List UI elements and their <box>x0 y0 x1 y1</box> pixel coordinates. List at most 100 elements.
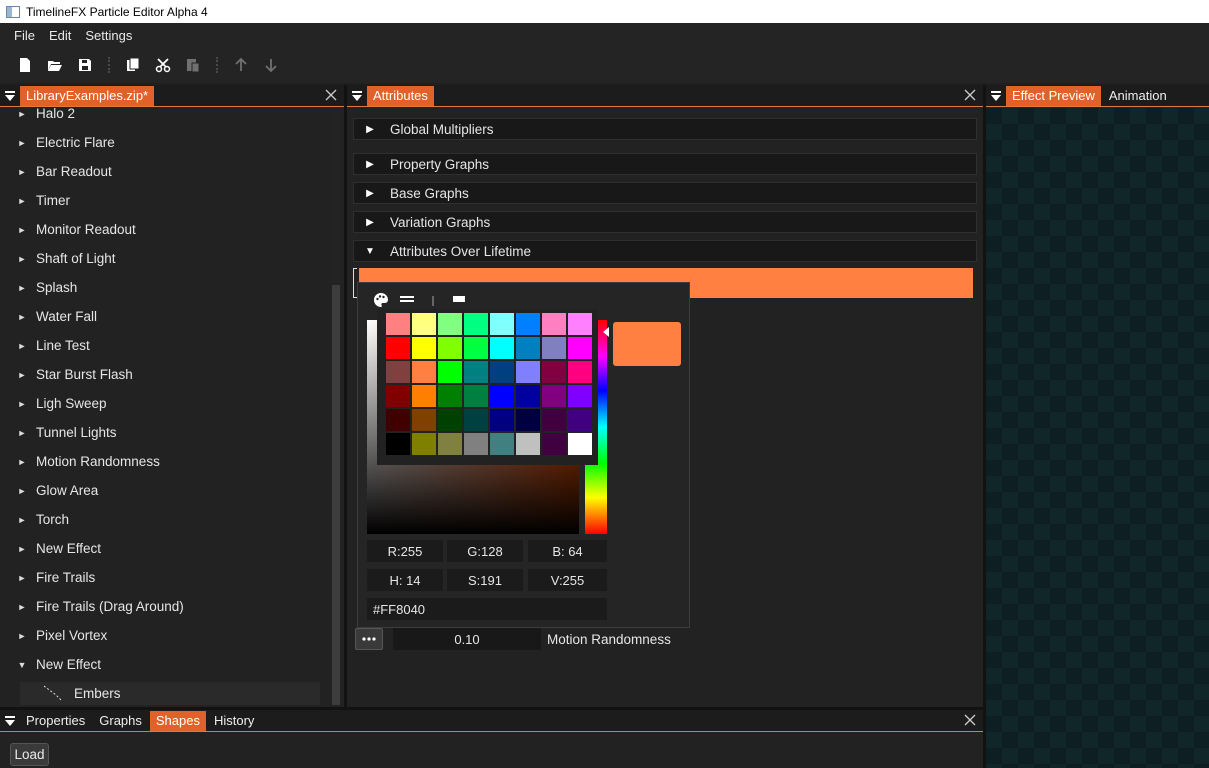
color-swatch[interactable] <box>542 313 566 335</box>
blue-field[interactable]: B: 64 <box>528 540 607 562</box>
hue-field[interactable]: H: 14 <box>367 569 443 591</box>
expanded-arrow-icon[interactable]: ▼ <box>0 660 36 670</box>
color-swatch[interactable] <box>438 313 462 335</box>
collapsed-arrow-icon[interactable]: ► <box>0 399 36 409</box>
collapsed-arrow-icon[interactable]: ► <box>0 515 36 525</box>
collapsed-arrow-icon[interactable]: ► <box>0 573 36 583</box>
menu-edit[interactable]: Edit <box>42 28 78 43</box>
color-swatch[interactable] <box>516 313 540 335</box>
list-item[interactable]: ► Line Test <box>0 331 320 360</box>
tab-library[interactable]: LibraryExamples.zip* <box>20 85 155 106</box>
more-options-button[interactable] <box>355 628 383 650</box>
list-item[interactable]: ► New Effect <box>0 534 320 563</box>
collapsed-arrow-icon[interactable]: ► <box>0 486 36 496</box>
new-file-button[interactable] <box>10 50 40 80</box>
scrollbar-thumb[interactable] <box>332 285 340 705</box>
library-scrollbar[interactable] <box>331 107 341 707</box>
color-swatch[interactable] <box>568 313 592 335</box>
tab-properties[interactable]: Properties <box>20 711 91 731</box>
color-swatch[interactable] <box>438 385 462 407</box>
color-swatch[interactable] <box>568 385 592 407</box>
color-swatch[interactable] <box>412 337 436 359</box>
collapsed-arrow-icon[interactable]: ► <box>0 457 36 467</box>
tab-graphs[interactable]: Graphs <box>93 711 148 731</box>
list-item[interactable]: ▼ New Effect <box>0 650 320 679</box>
list-item[interactable]: ► Glow Area <box>0 476 320 505</box>
paste-button[interactable] <box>178 50 208 80</box>
tab-history[interactable]: History <box>208 711 260 731</box>
motion-randomness-input[interactable]: 0.10 <box>393 628 541 650</box>
list-item[interactable]: ► Water Fall <box>0 302 320 331</box>
panel-menu-button[interactable] <box>0 710 20 732</box>
color-swatch[interactable] <box>490 409 514 431</box>
list-item[interactable]: ► Tunnel Lights <box>0 418 320 447</box>
color-swatch[interactable] <box>438 433 462 455</box>
section-variation-graphs[interactable]: ▶ Variation Graphs <box>353 211 977 233</box>
color-swatch[interactable] <box>412 361 436 383</box>
list-item[interactable]: ► Timer <box>0 186 320 215</box>
color-swatch[interactable] <box>412 409 436 431</box>
palette-mode-button[interactable] <box>372 291 390 309</box>
move-down-button[interactable] <box>256 50 286 80</box>
color-swatch[interactable] <box>568 361 592 383</box>
close-icon[interactable] <box>963 88 977 102</box>
collapsed-arrow-icon[interactable]: ► <box>0 225 36 235</box>
saturation-field[interactable]: S:191 <box>447 569 523 591</box>
color-swatch[interactable] <box>568 433 592 455</box>
color-swatch[interactable] <box>490 337 514 359</box>
color-swatch[interactable] <box>386 313 410 335</box>
list-item[interactable]: ► Monitor Readout <box>0 215 320 244</box>
tab-animation[interactable]: Animation <box>1103 86 1173 106</box>
panel-menu-button[interactable] <box>0 85 20 107</box>
color-swatch[interactable] <box>412 385 436 407</box>
slider-mode-button[interactable] <box>450 291 468 309</box>
close-icon[interactable] <box>963 713 977 727</box>
panel-menu-button[interactable] <box>986 85 1006 107</box>
list-item[interactable]: ► Shaft of Light <box>0 244 320 273</box>
collapsed-arrow-icon[interactable]: ► <box>0 283 36 293</box>
collapsed-arrow-icon[interactable]: ► <box>0 602 36 612</box>
color-swatch[interactable] <box>490 433 514 455</box>
list-item[interactable]: ► Fire Trails (Drag Around) <box>0 592 320 621</box>
save-button[interactable] <box>70 50 100 80</box>
color-swatch[interactable] <box>490 313 514 335</box>
collapsed-arrow-icon[interactable]: ► <box>0 312 36 322</box>
eyedropper-mode-button[interactable] <box>424 291 442 309</box>
color-swatch[interactable] <box>386 337 410 359</box>
close-icon[interactable] <box>324 88 338 102</box>
color-swatch[interactable] <box>464 385 488 407</box>
color-swatch[interactable] <box>542 361 566 383</box>
list-item[interactable]: ► Motion Randomness <box>0 447 320 476</box>
preview-canvas[interactable] <box>986 108 1209 768</box>
color-swatch[interactable] <box>516 433 540 455</box>
collapsed-arrow-icon[interactable]: ► <box>0 196 36 206</box>
hex-color-input[interactable]: #FF8040 <box>367 598 607 620</box>
list-item[interactable]: ► Bar Readout <box>0 157 320 186</box>
color-swatch[interactable] <box>516 337 540 359</box>
color-swatch[interactable] <box>386 409 410 431</box>
list-item[interactable]: ► Pixel Vortex <box>0 621 320 650</box>
copy-button[interactable] <box>118 50 148 80</box>
section-attributes-over-lifetime[interactable]: ▼ Attributes Over Lifetime <box>353 240 977 262</box>
list-item[interactable]: ► Torch <box>0 505 320 534</box>
open-button[interactable] <box>40 50 70 80</box>
collapsed-arrow-icon[interactable]: ► <box>0 167 36 177</box>
color-swatch[interactable] <box>542 409 566 431</box>
color-swatch[interactable] <box>516 361 540 383</box>
color-swatch[interactable] <box>568 409 592 431</box>
color-swatch[interactable] <box>464 361 488 383</box>
color-swatch[interactable] <box>490 385 514 407</box>
hue-slider-marker[interactable] <box>603 327 609 337</box>
color-swatch[interactable] <box>386 361 410 383</box>
collapsed-arrow-icon[interactable]: ► <box>0 138 36 148</box>
move-up-button[interactable] <box>226 50 256 80</box>
color-swatch[interactable] <box>412 313 436 335</box>
color-swatch[interactable] <box>412 433 436 455</box>
color-swatch[interactable] <box>464 313 488 335</box>
collapsed-arrow-icon[interactable]: ► <box>0 254 36 264</box>
color-swatch[interactable] <box>542 433 566 455</box>
cut-button[interactable] <box>148 50 178 80</box>
color-swatch[interactable] <box>438 361 462 383</box>
color-swatch[interactable] <box>438 409 462 431</box>
load-button[interactable]: Load <box>10 743 49 766</box>
